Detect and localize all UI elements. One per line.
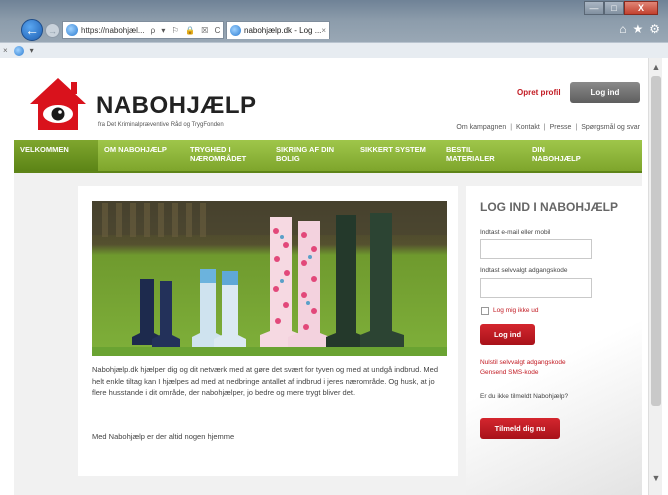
command-bar: × ▾ <box>0 42 668 58</box>
remember-me-label[interactable]: Log mig ikke ud <box>493 307 539 314</box>
link-kontakt[interactable]: Kontakt <box>516 124 540 131</box>
address-url: https://nabohjæl... <box>81 25 145 35</box>
create-profile-link[interactable]: Opret profil <box>517 88 561 97</box>
link-presse[interactable]: Presse <box>550 124 572 131</box>
scroll-thumb[interactable] <box>651 76 661 406</box>
remember-me-checkbox[interactable] <box>481 307 489 315</box>
minimize-button[interactable]: — <box>584 1 604 15</box>
nav-item-velkommen[interactable]: VELKOMMEN <box>14 140 98 171</box>
nav-label: BESTIL <box>446 145 473 154</box>
nav-item-din-nabohjaelp[interactable]: DIN NABOHJÆLP <box>526 140 612 171</box>
tab-close-icon[interactable]: × <box>321 26 326 35</box>
email-label: Indtast e-mail eller mobil <box>480 229 551 236</box>
tab-title: nabohjælp.dk - Log ... <box>244 26 322 35</box>
resend-sms-link[interactable]: Gensend SMS-kode <box>480 369 539 376</box>
link-separator: | <box>575 124 578 131</box>
nav-label: OM NABOHJÆLP <box>104 145 167 154</box>
browser-chrome: — □ X ← → https://nabohjæl... ρ ▾ ⚐ 🔒 ☒ … <box>0 0 668 58</box>
brand-title[interactable]: NABOHJÆLP <box>96 92 257 120</box>
intro-paragraph: Nabohjælp.dk hjælper dig og dit netværk … <box>92 365 439 397</box>
browser-nav-row: ← → https://nabohjæl... ρ ▾ ⚐ 🔒 ☒ C nabo… <box>0 18 668 44</box>
nav-label: NABOHJÆLP <box>532 154 581 163</box>
nabohjaelp-logo-icon[interactable] <box>28 76 88 132</box>
password-field[interactable] <box>480 278 592 298</box>
back-button[interactable]: ← <box>21 19 43 41</box>
site-favicon-icon <box>66 24 78 36</box>
login-panel-title: LOG IND I NABOHJÆLP <box>480 200 619 214</box>
scroll-up-icon[interactable]: ▲ <box>649 60 663 74</box>
tab-favicon-icon <box>230 25 241 36</box>
nav-label: BOLIG <box>276 154 300 163</box>
favorites-icon[interactable] <box>13 45 24 56</box>
closing-paragraph: Med Nabohjælp er der altid nogen hjemme <box>92 432 235 441</box>
nav-label: VELKOMMEN <box>20 145 69 154</box>
main-nav: VELKOMMEN OM NABOHJÆLP TRYGHED I NÆROMRÅ… <box>14 140 642 173</box>
scroll-down-icon[interactable]: ▼ <box>649 471 663 485</box>
brand-subtitle: fra Det Kriminalpræventive Råd og TrygFo… <box>98 122 224 128</box>
login-button[interactable]: Log ind <box>480 324 535 345</box>
favorites-dropdown-icon[interactable]: ▾ <box>30 46 34 55</box>
page-viewport: NABOHJÆLP fra Det Kriminalpræventive Råd… <box>14 58 648 495</box>
favorites-star-icon[interactable]: ★ <box>632 22 643 36</box>
header-login-button[interactable]: Log ind <box>570 82 640 103</box>
top-links: Om kampagnen | Kontakt | Presse | Spørgsmål og… <box>456 124 640 131</box>
nav-item-om-nabohjaelp[interactable]: OM NABOHJÆLP <box>98 140 184 171</box>
nav-label: SIKRING AF DIN <box>276 145 335 154</box>
hero-photo-rubber-boots <box>92 201 447 356</box>
nav-label: MATERIALER <box>446 154 495 163</box>
nav-item-bestil-materialer[interactable]: BESTIL MATERIALER <box>440 140 526 171</box>
link-separator: | <box>510 124 513 131</box>
nav-item-tryghed[interactable]: TRYGHED I NÆROMRÅDET <box>184 140 270 171</box>
signup-question: Er du ikke tilmeldt Nabohjælp? <box>480 393 569 400</box>
address-bar[interactable]: https://nabohjæl... ρ ▾ ⚐ 🔒 ☒ C <box>62 21 224 39</box>
nav-item-sikkert-system[interactable]: SIKKERT SYSTEM <box>354 140 440 171</box>
password-label: Indtast selvvalgt adgangskode <box>480 267 568 274</box>
nav-item-sikring[interactable]: SIKRING AF DIN BOLIG <box>270 140 354 171</box>
email-field[interactable] <box>480 239 592 259</box>
forward-button[interactable]: → <box>45 23 60 38</box>
nav-label: DIN <box>532 145 545 154</box>
address-tools[interactable]: ρ ▾ ⚐ 🔒 ☒ C <box>151 26 223 35</box>
home-icon[interactable]: ⌂ <box>619 22 626 36</box>
window-controls: — □ X <box>584 1 658 15</box>
link-faq[interactable]: Spørgsmål og svar <box>581 124 640 131</box>
nav-label: SIKKERT SYSTEM <box>360 145 426 154</box>
vertical-scrollbar[interactable]: ▲ ▼ <box>648 58 662 495</box>
nav-label: TRYGHED I <box>190 145 231 154</box>
close-window-button[interactable]: X <box>624 1 658 15</box>
signup-button[interactable]: Tilmeld dig nu <box>480 418 560 439</box>
maximize-button[interactable]: □ <box>604 1 624 15</box>
reset-password-link[interactable]: Nulstil selvvalgt adgangskode <box>480 359 566 366</box>
browser-right-icons: ⌂ ★ ⚙ <box>619 22 660 36</box>
browser-tab[interactable]: nabohjælp.dk - Log ... × <box>226 21 330 39</box>
link-separator: | <box>543 124 546 131</box>
command-close-icon[interactable]: × <box>3 46 8 55</box>
nav-label: NÆROMRÅDET <box>190 154 247 163</box>
link-om-kampagnen[interactable]: Om kampagnen <box>456 124 506 131</box>
settings-gear-icon[interactable]: ⚙ <box>649 22 660 36</box>
